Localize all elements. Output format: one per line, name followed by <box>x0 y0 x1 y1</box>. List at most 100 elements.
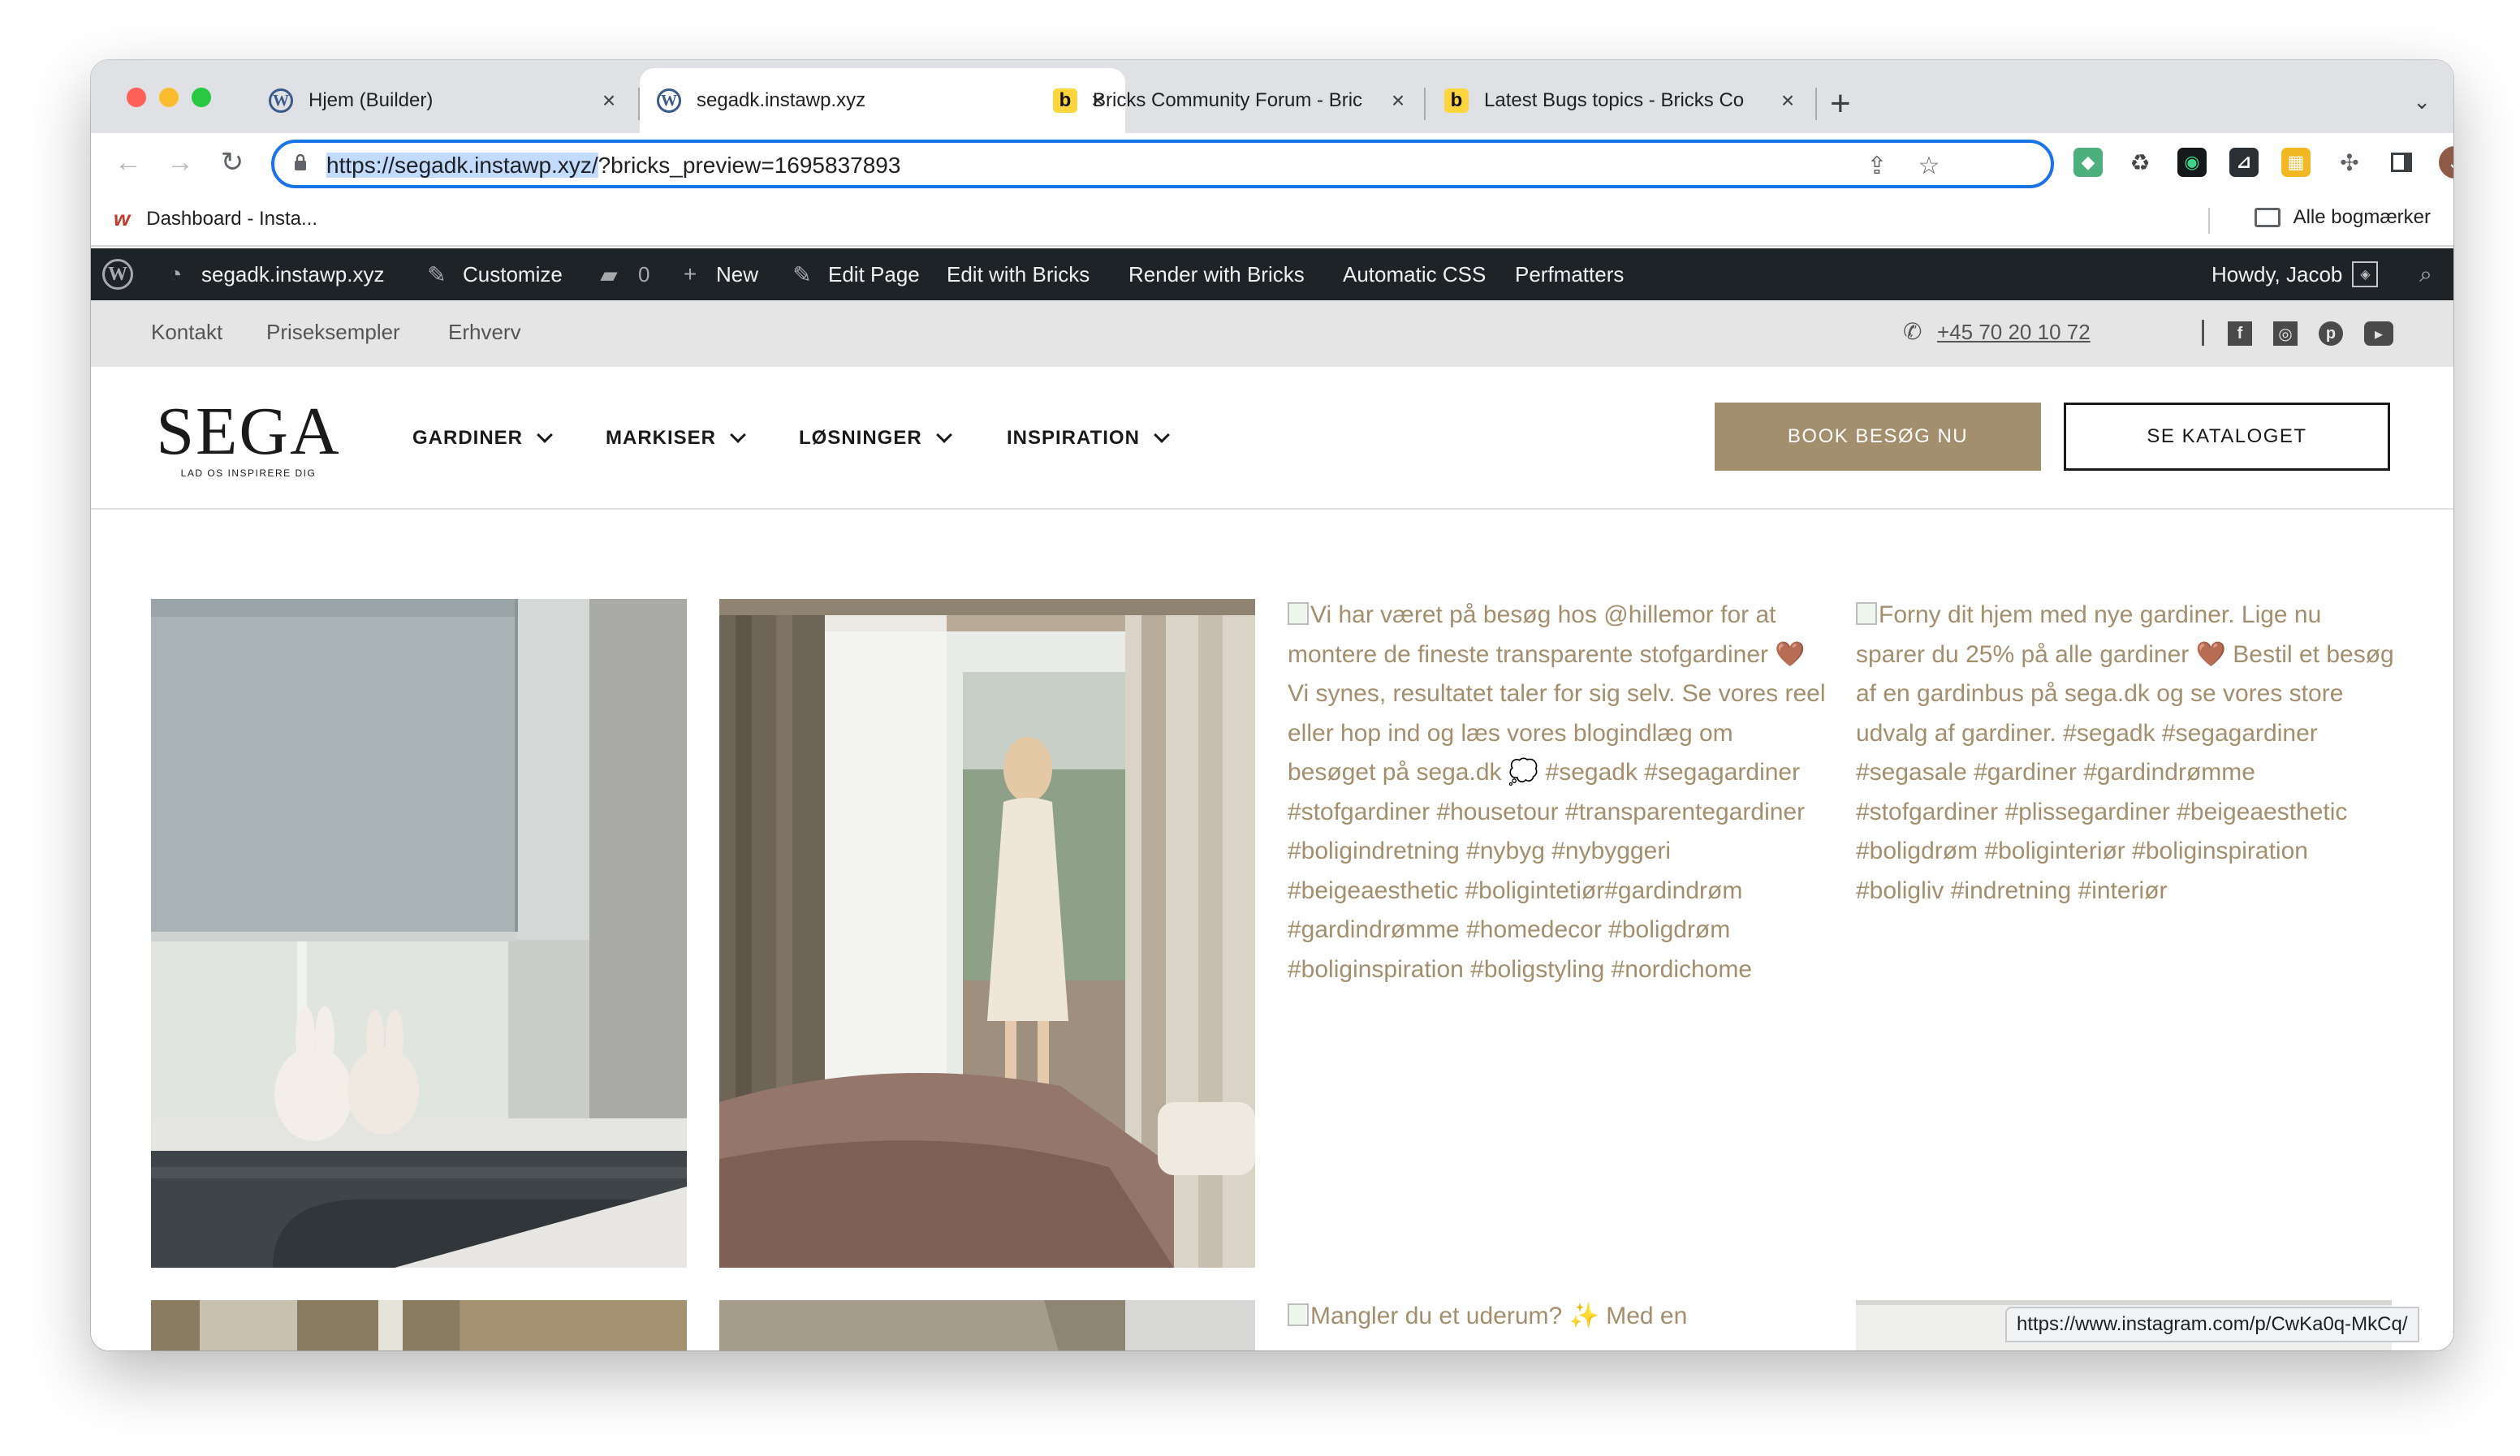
admin-edit-page-link[interactable]: ✎ Edit Page <box>788 248 920 300</box>
share-icon[interactable]: ⇪ <box>1862 151 1892 180</box>
reload-icon[interactable]: ↻ <box>214 144 250 180</box>
tab-title: Hjem (Builder) <box>309 89 434 111</box>
forward-icon[interactable]: → <box>162 144 198 180</box>
back-icon[interactable]: ← <box>110 144 146 180</box>
topbar-link-kontakt[interactable]: Kontakt <box>151 320 222 345</box>
brush-icon: ✎ <box>427 261 447 287</box>
pinterest-icon[interactable]: p <box>2319 321 2343 346</box>
admin-customize-label: Customize <box>463 261 563 286</box>
status-bar-url: https://www.instagram.com/p/CwKa0q-MkCq/ <box>2005 1307 2419 1342</box>
admin-site-link[interactable]: ◔ segadk.instawp.xyz <box>161 248 385 300</box>
admin-edit-bricks-link[interactable]: Edit with Bricks <box>947 248 1090 300</box>
admin-customize-link[interactable]: ✎ Customize <box>422 248 563 300</box>
menu-label: GARDINER <box>412 427 524 449</box>
topbar-link-priseksempler[interactable]: Priseksempler <box>266 320 400 345</box>
star-icon[interactable]: ☆ <box>1914 151 1944 180</box>
zoom-window-button[interactable] <box>192 88 211 107</box>
extension-icon[interactable]: ◆ <box>2073 148 2103 177</box>
tab-hjem-builder[interactable]: W Hjem (Builder) × <box>252 68 636 133</box>
broken-image-icon <box>1288 602 1309 625</box>
tab-title: Latest Bugs topics - Bricks Co <box>1484 89 1745 111</box>
youtube-icon[interactable]: ▸ <box>2364 321 2393 346</box>
instagram-post-curtains-bedroom[interactable] <box>719 599 1255 1268</box>
browser-toolbar: ← → ↻ https://segadk.instawp.xyz/?bricks… <box>91 133 2453 193</box>
folder-icon <box>2254 208 2281 227</box>
dashboard-icon: ◔ <box>168 261 183 286</box>
admin-account-menu[interactable]: Howdy, Jacob ◈ <box>2211 248 2379 300</box>
instagram-post-alt-uderum[interactable]: Mangler du et uderum? ✨ Med en <box>1288 1297 1827 1337</box>
phone-link[interactable]: +45 70 20 10 72 <box>1937 320 2091 345</box>
instagram-post-roller-blind[interactable] <box>151 599 687 1268</box>
tab-title: segadk.instawp.xyz <box>697 89 866 111</box>
tab-title: Bricks Community Forum - Bric <box>1093 89 1363 111</box>
wp-logo-menu[interactable]: W <box>102 248 133 300</box>
search-icon: ⌕ <box>2419 261 2432 286</box>
topbar-link-erhverv[interactable]: Erhverv <box>448 320 521 345</box>
bookmark-label: Dashboard - Insta... <box>146 207 318 230</box>
instagram-post-row2-1[interactable] <box>151 1300 687 1350</box>
close-icon[interactable]: × <box>598 88 620 113</box>
all-bookmarks[interactable]: Alle bogmærker <box>2254 206 2431 229</box>
instagram-icon[interactable]: ◎ <box>2273 321 2298 346</box>
post-alt-text: Forny dit hjem med nye gardiner. Lige nu… <box>1856 601 2394 904</box>
tab-strip: W Hjem (Builder) × W segadk.instawp.xyz … <box>91 60 2453 133</box>
wordpress-icon: W <box>102 259 133 290</box>
browser-window: W Hjem (Builder) × W segadk.instawp.xyz … <box>91 60 2453 1350</box>
logo-wordmark: SEGA <box>156 394 341 469</box>
close-icon[interactable]: × <box>1387 88 1409 113</box>
chevron-down-icon[interactable]: ⌄ <box>2413 89 2431 114</box>
extension-icon[interactable]: ◉ <box>2177 148 2207 177</box>
sidepanel-icon[interactable] <box>2387 148 2416 177</box>
menu-item-gardiner[interactable]: GARDINER <box>412 427 553 450</box>
url-selected-text: https://segadk.instawp.xyz/ <box>326 153 598 178</box>
site-topbar: Kontakt Priseksempler Erhverv ✆ +45 70 2… <box>91 300 2453 367</box>
sega-logo[interactable]: SEGA LAD OS INSPIRERE DIG <box>151 394 346 480</box>
admin-site-label: segadk.instawp.xyz <box>201 261 385 286</box>
admin-perfmatters-link[interactable]: Perfmatters <box>1515 248 1624 300</box>
close-icon[interactable]: × <box>1776 88 1799 113</box>
profile-avatar[interactable]: J <box>2439 146 2453 179</box>
broken-image-icon <box>1856 602 1877 625</box>
minimize-window-button[interactable] <box>159 88 179 107</box>
comments-count: 0 <box>638 261 650 286</box>
menu-label: MARKISER <box>606 427 717 449</box>
admin-new-link[interactable]: + New <box>675 248 758 300</box>
instagram-post-alt-hillemor[interactable]: Vi har været på besøg hos @hillemor for … <box>1288 596 1827 989</box>
broken-image-icon <box>1288 1303 1309 1326</box>
extension-icon[interactable]: ▦ <box>2281 148 2311 177</box>
recycle-icon[interactable]: ♻ <box>2125 148 2155 177</box>
admin-edit-page-label: Edit Page <box>828 261 920 286</box>
instagram-feed: Vi har været på besøg hos @hillemor for … <box>91 511 2453 1350</box>
tab-bricks-bugs[interactable]: b Latest Bugs topics - Bricks Co × <box>1427 68 1815 133</box>
chevron-down-icon <box>537 427 553 443</box>
roller-blind-photo <box>151 599 687 1268</box>
admin-render-bricks-link[interactable]: Render with Bricks <box>1128 248 1305 300</box>
book-visit-button[interactable]: BOOK BESØG NU <box>1715 403 2041 471</box>
chevron-down-icon <box>730 427 746 443</box>
post-alt-text: Vi har været på besøg hos @hillemor for … <box>1288 601 1826 983</box>
url-text[interactable]: https://segadk.instawp.xyz/?bricks_previ… <box>326 153 900 179</box>
wp-admin-bar: W ◔ segadk.instawp.xyz ✎ Customize ▰ 0 +… <box>91 248 2453 300</box>
close-window-button[interactable] <box>127 88 146 107</box>
instagram-post-row2-2[interactable] <box>719 1300 1255 1350</box>
menu-item-markiser[interactable]: MARKISER <box>606 427 746 450</box>
bookmark-dashboard[interactable]: w Dashboard - Insta... <box>114 206 317 231</box>
admin-search[interactable]: ⌕ <box>2411 248 2452 300</box>
menu-item-inspiration[interactable]: INSPIRATION <box>1007 427 1170 450</box>
admin-acss-link[interactable]: Automatic CSS <box>1343 248 1486 300</box>
puzzle-icon[interactable]: ✣ <box>2335 148 2364 177</box>
logo-tagline: LAD OS INSPIRERE DIG <box>180 467 317 479</box>
see-catalog-button[interactable]: SE KATALOGET <box>2064 403 2390 471</box>
address-bar[interactable]: https://segadk.instawp.xyz/?bricks_previ… <box>271 140 2054 188</box>
facebook-icon[interactable]: f <box>2228 321 2252 346</box>
admin-comments-link[interactable]: ▰ 0 <box>594 248 649 300</box>
howdy-label: Howdy, Jacob <box>2211 261 2343 286</box>
post-photo <box>719 1300 1255 1350</box>
extension-icon[interactable]: ⊿ <box>2229 148 2259 177</box>
new-tab-icon[interactable]: + <box>1830 86 1851 122</box>
site-header: SEGA LAD OS INSPIRERE DIG GARDINER MARKI… <box>91 367 2453 510</box>
menu-label: INSPIRATION <box>1007 427 1140 449</box>
tab-bricks-forum[interactable]: b Bricks Community Forum - Bric × <box>1036 68 1426 133</box>
instagram-post-alt-sale[interactable]: Forny dit hjem med nye gardiner. Lige nu… <box>1856 596 2395 911</box>
menu-item-losninger[interactable]: LØSNINGER <box>799 427 952 450</box>
